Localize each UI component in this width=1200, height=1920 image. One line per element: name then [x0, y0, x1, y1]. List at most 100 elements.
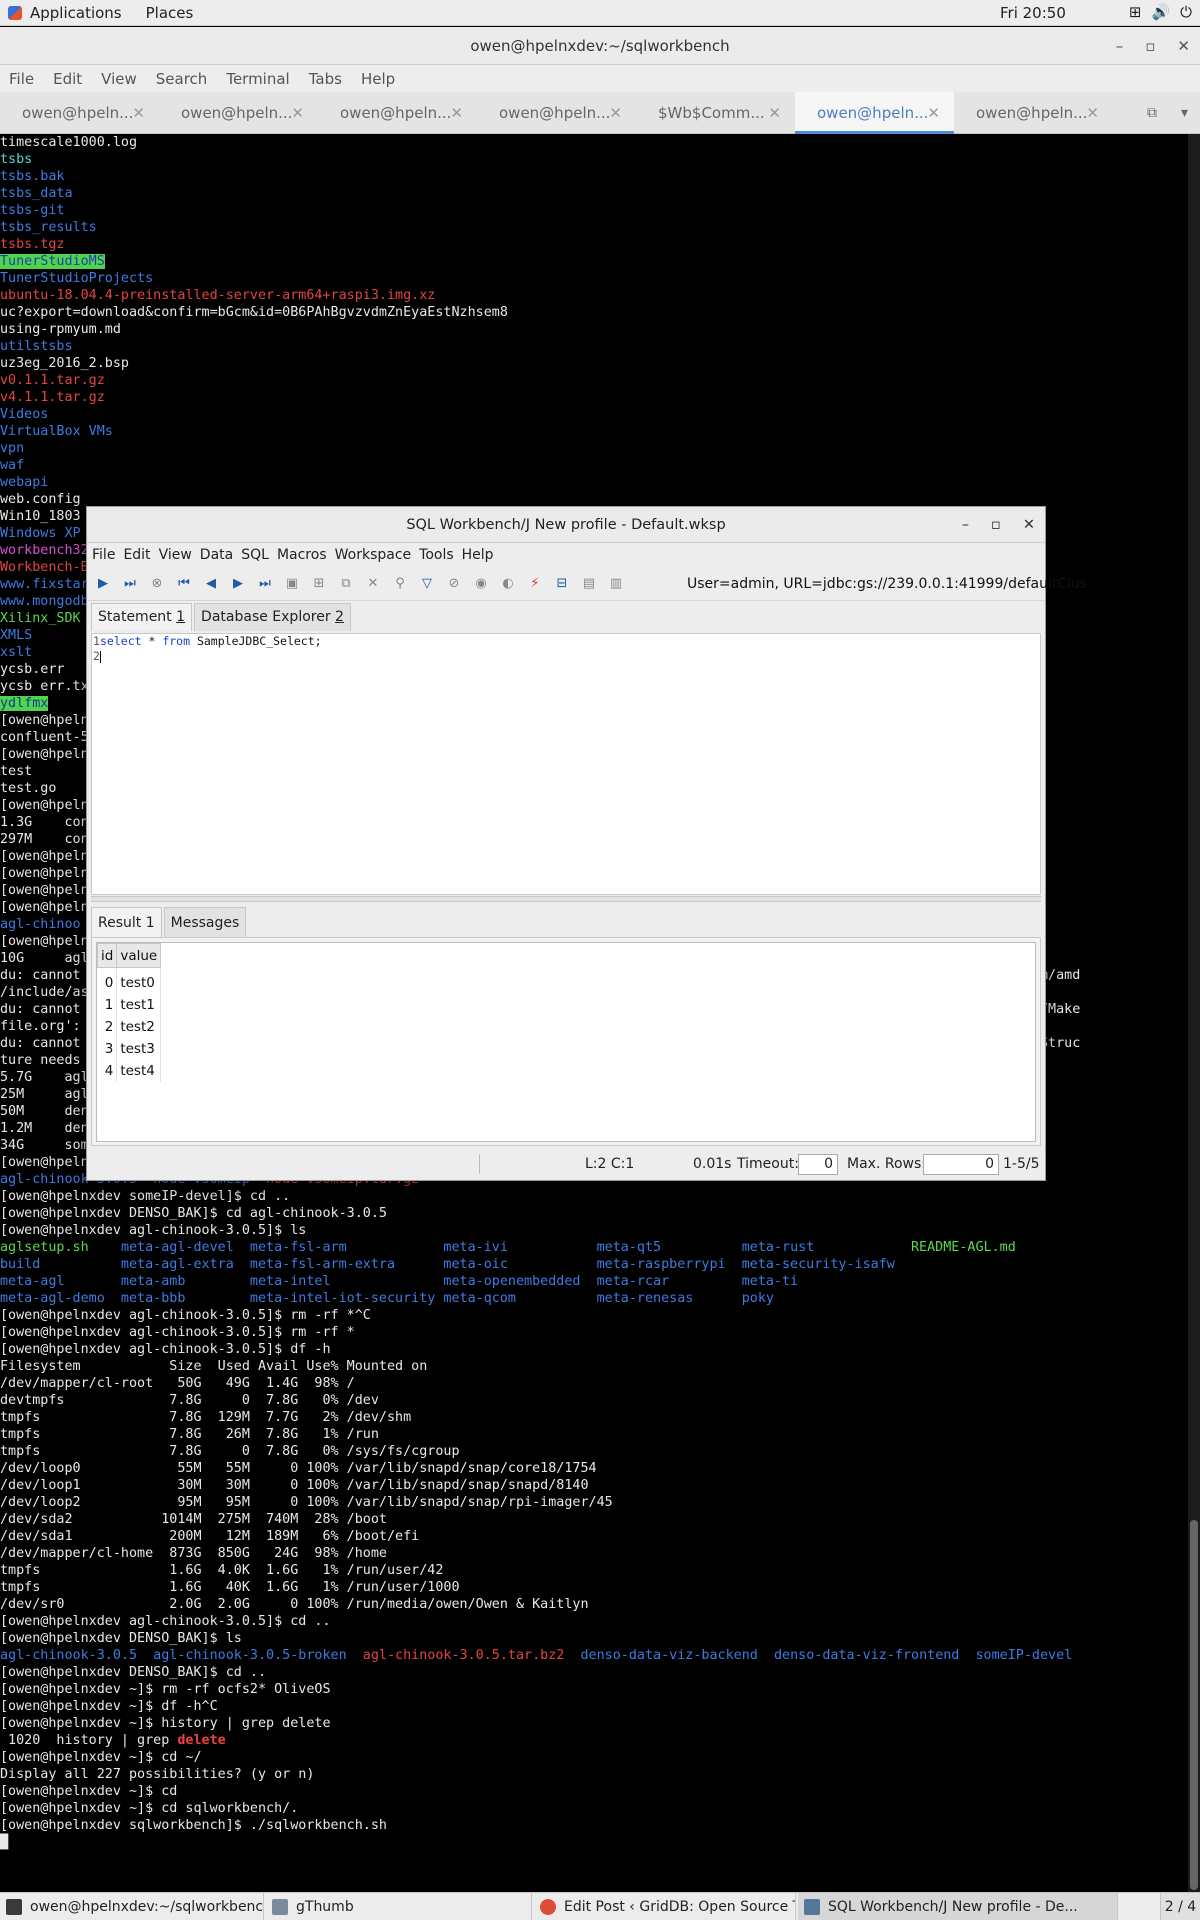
cell-id[interactable]: 1 [97, 993, 118, 1016]
menu-file[interactable]: File [0, 70, 44, 88]
column-header-value[interactable]: value [116, 943, 162, 968]
close-icon[interactable]: ✕ [1023, 507, 1035, 543]
clock[interactable]: Fri 20:50 [1000, 4, 1066, 22]
close-icon[interactable]: ✕ [609, 92, 622, 134]
remove-filter-icon[interactable]: ⊘ [443, 573, 465, 595]
table-icon[interactable]: ▤ [578, 573, 600, 595]
menu-sql[interactable]: SQL [239, 547, 275, 563]
taskbar-item[interactable]: gThumb [266, 1893, 532, 1920]
cell-value[interactable]: test4 [116, 1059, 162, 1082]
execute-current-icon[interactable]: ⏭ [119, 573, 141, 595]
sqlworkbench-titlebar[interactable]: SQL Workbench/J New profile - Default.wk… [87, 507, 1045, 543]
tab-result-1[interactable]: Result 1 [91, 907, 162, 937]
system-tray[interactable]: ⊞ 🔊 ⏻ [1129, 3, 1192, 21]
terminal-tab[interactable]: owen@hpeln... ✕ [477, 92, 636, 134]
network-icon[interactable]: ⊞ [1129, 3, 1142, 21]
table-row[interactable]: 2 test2 [97, 1015, 162, 1038]
table-row[interactable]: 4 test4 [97, 1059, 162, 1082]
cell-id[interactable]: 3 [97, 1037, 118, 1060]
close-icon[interactable]: ✕ [132, 92, 145, 134]
menu-tabs[interactable]: Tabs [300, 70, 352, 88]
tab-database-explorer[interactable]: Database Explorer 2 [194, 603, 351, 631]
terminal-tab[interactable]: owen@hpeln... ✕ [318, 92, 477, 134]
menu-file[interactable]: File [90, 547, 121, 563]
maximize-icon[interactable]: ▫ [1145, 27, 1155, 65]
taskbar-item[interactable]: SQL Workbench/J New profile - De... [798, 1893, 1118, 1920]
taskbar-item[interactable]: Edit Post ‹ GridDB: Open Source Ti... [534, 1893, 796, 1920]
menu-edit[interactable]: Edit [44, 70, 92, 88]
terminal-titlebar[interactable]: owen@hpelnxdev:~/sqlworkbench – ▫ ✕ [0, 27, 1200, 65]
terminal-tab[interactable]: owen@hpeln... ✕ [954, 92, 1113, 134]
close-icon[interactable]: ✕ [291, 92, 304, 134]
column-header-id[interactable]: id [96, 943, 118, 968]
insert-row-icon[interactable]: ⊞ [308, 573, 330, 595]
minimize-icon[interactable]: – [962, 507, 969, 543]
new-tab-icon[interactable]: ⧉ [1147, 105, 1157, 121]
cell-value[interactable]: test2 [116, 1015, 162, 1038]
places-menu[interactable]: Places [136, 4, 204, 22]
close-icon[interactable]: ✕ [450, 92, 463, 134]
sql-editor[interactable]: 1select * from SampleJDBC_Select; 2 [91, 633, 1041, 895]
delete-row-icon[interactable]: ✕ [362, 573, 384, 595]
terminal-tab[interactable]: owen@hpeln... ✕ [159, 92, 318, 134]
table-row[interactable]: 1 test1 [97, 993, 162, 1016]
volume-icon[interactable]: 🔊 [1151, 3, 1170, 21]
max-rows-field[interactable]: 0 [923, 1153, 999, 1175]
terminal-scrollbar[interactable] [1188, 134, 1200, 1892]
menu-data[interactable]: Data [198, 547, 239, 563]
scrollbar-thumb[interactable] [1190, 1520, 1198, 1890]
workspace-pager[interactable]: 2 / 4 [1160, 1893, 1200, 1920]
rollback-icon[interactable]: ◐ [497, 573, 519, 595]
cell-id[interactable]: 0 [97, 971, 118, 994]
maximize-icon[interactable]: ▫ [991, 507, 1001, 543]
menu-view[interactable]: View [92, 70, 147, 88]
disconnect-icon[interactable]: ⚡ [524, 573, 546, 595]
first-statement-icon[interactable]: ⏮ [173, 573, 195, 595]
next-statement-icon[interactable]: ▶ [227, 573, 249, 595]
menu-terminal[interactable]: Terminal [217, 70, 299, 88]
close-icon[interactable]: ✕ [1086, 92, 1099, 134]
tab-statement[interactable]: Statement 1 [91, 603, 193, 631]
terminal-tab[interactable]: owen@hpeln... ✕ [0, 92, 159, 134]
terminal-tab[interactable]: owen@hpeln... ✕ [795, 92, 954, 134]
menu-view[interactable]: View [157, 547, 198, 563]
result-grid[interactable]: id value 0 test0 1 test1 2 test2 3 test3 4 test4 [96, 942, 1036, 1142]
filter-pin-icon[interactable]: ⚲ [389, 573, 411, 595]
cell-value[interactable]: test3 [116, 1037, 162, 1060]
cell-value[interactable]: test1 [116, 993, 162, 1016]
close-icon[interactable]: ✕ [927, 92, 940, 134]
minimize-icon[interactable]: – [1116, 27, 1124, 65]
stop-icon[interactable]: ⊗ [146, 573, 168, 595]
cell-id[interactable]: 2 [97, 1015, 118, 1038]
menu-macros[interactable]: Macros [275, 547, 333, 563]
menu-tools[interactable]: Tools [417, 547, 460, 563]
menu-workspace[interactable]: Workspace [333, 547, 418, 563]
execute-icon[interactable]: ▶ [92, 573, 114, 595]
menu-help[interactable]: Help [460, 547, 500, 563]
previous-statement-icon[interactable]: ◀ [200, 573, 222, 595]
cell-value[interactable]: test0 [116, 971, 162, 994]
taskbar-item[interactable]: owen@hpelnxdev:~/sqlworkbench [0, 1893, 264, 1920]
close-icon[interactable]: ✕ [768, 92, 781, 134]
menu-help[interactable]: Help [352, 70, 405, 88]
table-row[interactable]: 3 test3 [97, 1037, 162, 1060]
applications-menu[interactable]: Applications [0, 4, 122, 22]
cell-id[interactable]: 4 [97, 1059, 118, 1082]
close-icon[interactable]: ✕ [1177, 27, 1190, 65]
power-icon[interactable]: ⏻ [1180, 3, 1192, 21]
tab-messages[interactable]: Messages [163, 907, 247, 937]
db-explorer-icon[interactable]: ⊟ [551, 573, 573, 595]
commit-icon[interactable]: ◉ [470, 573, 492, 595]
table-row[interactable]: 0 test0 [97, 971, 162, 994]
last-statement-icon[interactable]: ⏭ [254, 573, 276, 595]
timeout-field[interactable]: 0 [798, 1153, 838, 1175]
terminal-tab[interactable]: $Wb$Comm... ✕ [636, 92, 795, 134]
filter-icon[interactable]: ▽ [416, 573, 438, 595]
editor-result-splitter[interactable] [91, 896, 1041, 902]
copy-row-icon[interactable]: ⧉ [335, 573, 357, 595]
sql-window-icon[interactable]: ▥ [605, 573, 627, 595]
menu-search[interactable]: Search [147, 70, 218, 88]
menu-edit[interactable]: Edit [121, 547, 156, 563]
chevron-down-icon[interactable]: ▾ [1181, 105, 1188, 121]
save-icon[interactable]: ▣ [281, 573, 303, 595]
